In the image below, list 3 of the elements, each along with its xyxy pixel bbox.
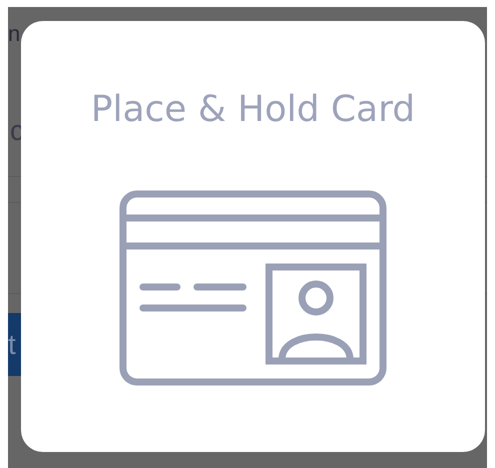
id-card-icon <box>119 190 387 386</box>
dialog-title: Place & Hold Card <box>90 89 416 130</box>
heading-text: n <box>8 23 20 45</box>
